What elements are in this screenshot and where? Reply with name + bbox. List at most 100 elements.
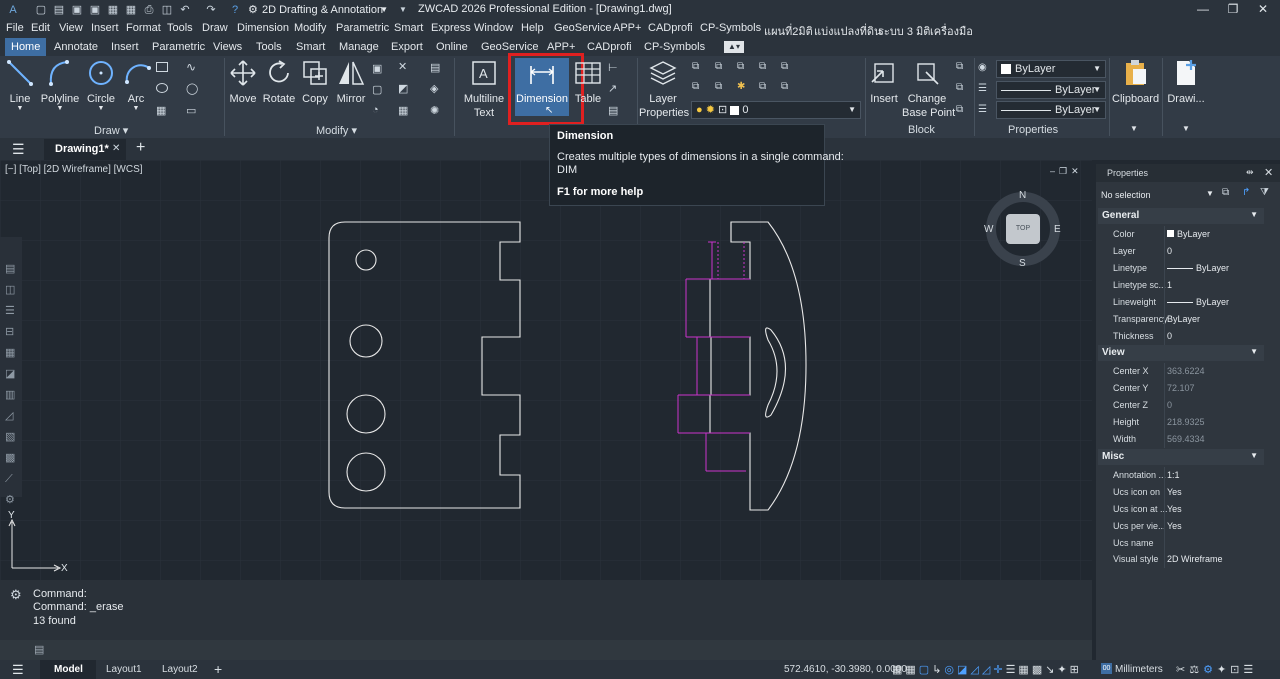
menu-dimension[interactable]: Dimension — [237, 22, 289, 34]
erase-icon[interactable]: ▤ — [430, 61, 444, 75]
prop-row[interactable]: Annotation ... 1:1 — [1096, 467, 1266, 484]
rotate-button[interactable]: Rotate — [262, 58, 296, 105]
modify-group-label[interactable]: Modify ▾ — [316, 124, 357, 137]
menu-help[interactable]: Help — [521, 22, 544, 34]
prop-row[interactable]: Center X 363.6224 — [1096, 363, 1266, 380]
layer-tool-icon[interactable]: ⧉ — [715, 81, 729, 95]
tab-layout2[interactable]: Layout2 — [162, 664, 198, 675]
prop-row[interactable]: Thickness 0 — [1096, 328, 1266, 345]
tab-insert[interactable]: Insert — [105, 38, 145, 56]
region-icon[interactable]: ▭ — [186, 104, 200, 118]
prop-row[interactable]: Height 218.9325 — [1096, 414, 1266, 431]
chevron-down-icon[interactable]: ▼ — [1130, 124, 1138, 133]
eraser-icon[interactable]: ◈ — [430, 82, 444, 96]
new-layout-plus-icon[interactable]: + — [214, 661, 222, 677]
rectangle-icon[interactable] — [156, 62, 168, 72]
clipboard-button[interactable]: Clipboard — [1112, 58, 1159, 105]
menu-format[interactable]: Format — [126, 22, 161, 34]
ellipse-icon[interactable] — [156, 83, 168, 93]
prop-row[interactable]: Center Y 72.107 — [1096, 380, 1266, 397]
prop-row[interactable]: Linetype ByLayer — [1096, 260, 1266, 277]
layer-properties-button[interactable]: Layer Properties — [639, 58, 689, 119]
viewcube-east[interactable]: E — [1054, 224, 1061, 235]
trim-icon[interactable]: ✕ — [398, 60, 412, 74]
linetype-select[interactable]: ByLayer ▼ — [996, 81, 1106, 99]
menu-cp-symbols[interactable]: CP-Symbols — [700, 22, 761, 34]
print-icon[interactable]: ⎙ — [142, 3, 156, 17]
help-icon[interactable]: ? — [228, 3, 242, 17]
tab-model[interactable]: Model — [40, 660, 96, 679]
menu-tools[interactable]: Tools — [167, 22, 193, 34]
explode-icon[interactable]: ✺ — [430, 104, 444, 118]
workspace-select[interactable]: ⚙ 2D Drafting & Annotation ▼ — [248, 2, 392, 18]
close-button[interactable]: ✕ — [1248, 0, 1278, 20]
stretch-icon[interactable]: ▣ — [372, 62, 386, 76]
color-select[interactable]: ByLayer ▼ — [996, 60, 1106, 78]
menu-icon[interactable]: ☰ — [12, 662, 24, 678]
export-icon[interactable]: ▦ — [106, 3, 120, 17]
prop-row[interactable]: Visual style 2D Wireframe — [1096, 551, 1266, 568]
copy-button[interactable]: Copy — [300, 58, 330, 105]
scale-icon[interactable]: ▢ — [372, 83, 386, 97]
ribbon-minimize-icon[interactable]: ▲▾ — [724, 41, 744, 53]
drawing-canvas[interactable]: [−] [Top] [2D Wireframe] [WCS] Y X –❐✕ T… — [0, 160, 1092, 580]
layer-tool-icon[interactable]: ✱ — [737, 81, 751, 95]
polyline-button[interactable]: Polyline ▼ — [40, 58, 80, 112]
customize-qa-icon[interactable]: ▼ — [396, 3, 410, 17]
lineweight-icon[interactable]: ☰ — [978, 104, 992, 118]
prop-row[interactable]: Linetype sc... 1 — [1096, 277, 1266, 294]
close-icon[interactable]: ✕ — [112, 143, 120, 154]
menu-smart[interactable]: Smart — [394, 22, 423, 34]
fillet-icon[interactable]: ◔ — [372, 104, 386, 118]
menu-edit[interactable]: Edit — [31, 22, 50, 34]
layer-tool-icon[interactable]: ⧉ — [759, 81, 773, 95]
prop-row[interactable]: Layer 0 — [1096, 243, 1266, 260]
layer-tool-icon[interactable]: ⧉ — [781, 81, 795, 95]
layer-tool-icon[interactable]: ⧉ — [759, 61, 773, 75]
maximize-button[interactable]: ❐ — [1218, 0, 1248, 20]
category-general[interactable]: General ▼ — [1098, 208, 1264, 224]
coordinates-readout[interactable]: 572.4610, -30.3980, 0.0000 — [784, 664, 907, 675]
app-logo-icon[interactable]: A — [6, 3, 20, 17]
donut-icon[interactable]: ◯ — [186, 82, 200, 96]
layer-tool-icon[interactable]: ⧉ — [737, 61, 751, 75]
menu-icon[interactable]: ☰ — [12, 141, 25, 158]
block-tool-icon[interactable]: ⧉ — [956, 82, 970, 96]
prop-row[interactable]: Ucs icon on Yes — [1096, 484, 1266, 501]
open-folder-icon[interactable]: ▤ — [52, 3, 66, 17]
tab-parametric[interactable]: Parametric — [146, 38, 211, 56]
publish-icon[interactable]: ▦ — [124, 3, 138, 17]
tab-online[interactable]: Online — [430, 38, 474, 56]
undo-icon[interactable]: ↶ — [178, 3, 192, 17]
layer-tool-icon[interactable]: ⧉ — [715, 61, 729, 75]
viewcube-north[interactable]: N — [1019, 190, 1026, 201]
linetype-icon[interactable]: ☰ — [978, 83, 992, 97]
table-button[interactable]: Table — [573, 58, 603, 105]
command-input[interactable]: ▤ — [0, 640, 1092, 660]
plot-preview-icon[interactable]: ◫ — [160, 3, 174, 17]
match-properties-icon[interactable]: ◉ — [978, 62, 992, 76]
layer-tool-icon[interactable]: ⧉ — [781, 61, 795, 75]
tab-views[interactable]: Views — [207, 38, 248, 56]
tab-manage[interactable]: Manage — [333, 38, 385, 56]
draw-group-label[interactable]: Draw ▾ — [94, 124, 128, 137]
close-icon[interactable]: ✕ — [1264, 166, 1273, 179]
gear-icon[interactable]: ⚙ — [10, 587, 22, 603]
prop-row[interactable]: Center Z0 — [1096, 397, 1266, 414]
array-icon[interactable]: ▦ — [398, 104, 412, 118]
drafting-toggle-icons[interactable]: ▦▦▢↳◎◪◿◿✛☰▦▩↘✦⊞ — [892, 663, 1082, 676]
status-tool-icons[interactable]: ✂⚖⚙✦⊡☰ — [1176, 663, 1257, 676]
tab-cadprofi[interactable]: CADprofi — [581, 38, 638, 56]
menu-file[interactable]: File — [6, 22, 24, 34]
tab-home[interactable]: Home — [5, 38, 47, 56]
prop-row[interactable]: Ucs name — [1096, 535, 1266, 552]
chevron-down-icon[interactable]: ▼ — [1182, 124, 1190, 133]
prop-row[interactable]: Width 569.4334 — [1096, 431, 1266, 448]
new-file-icon[interactable]: ▢ — [34, 3, 48, 17]
menu-parametric[interactable]: Parametric — [336, 22, 389, 34]
drawing-button[interactable]: Drawi... — [1166, 58, 1206, 105]
save-icon[interactable]: ▣ — [70, 3, 84, 17]
category-misc[interactable]: Misc ▼ — [1098, 449, 1264, 465]
layer-tool-icon[interactable]: ⧉ — [692, 61, 706, 75]
save-as-icon[interactable]: ▣ — [88, 3, 102, 17]
